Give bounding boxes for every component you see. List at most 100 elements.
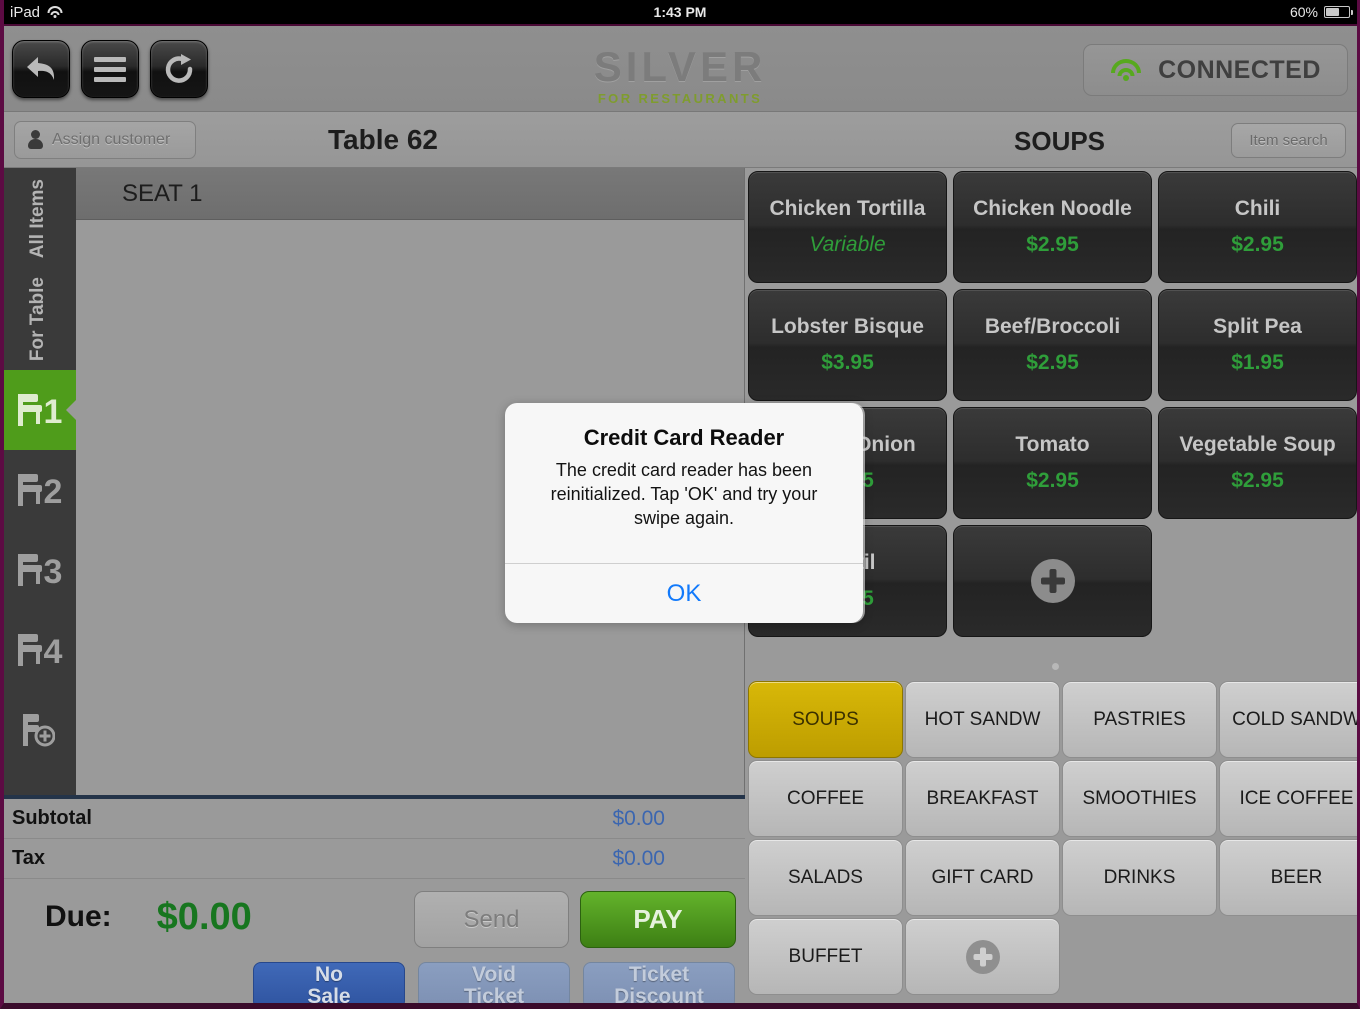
category-button-pastries[interactable]: PASTRIES	[1062, 681, 1217, 758]
seat-tab-3[interactable]: 3	[0, 530, 76, 610]
category-label: SALADS	[788, 866, 863, 888]
menu-item-tile[interactable]: Tomato $2.95	[953, 407, 1152, 519]
pay-button[interactable]: PAY	[580, 891, 736, 948]
add-category-button[interactable]	[905, 918, 1060, 995]
switch-user-icon	[165, 54, 193, 83]
category-label: SOUPS	[792, 708, 859, 730]
back-button[interactable]	[12, 40, 70, 98]
active-category-title: SOUPS	[1014, 126, 1106, 156]
category-button-hot-sandw[interactable]: HOT SANDW	[905, 681, 1060, 758]
seat-glyph: 1	[14, 391, 63, 431]
page-title: Table 62	[328, 124, 438, 155]
menu-button[interactable]	[81, 40, 139, 98]
menu-item-tile[interactable]: Split Pea $1.95	[1158, 289, 1357, 401]
battery-percent-label: 60%	[1289, 4, 1318, 20]
chair-icon	[17, 634, 42, 666]
menu-item-price: $2.95	[1231, 469, 1284, 492]
menu-item-tile[interactable]: Vegetable Soup $2.95	[1158, 407, 1357, 519]
seat-number-label: 3	[43, 553, 63, 591]
all-items-label: All Items	[27, 178, 49, 259]
due-value: $0.00	[156, 895, 252, 938]
category-button-coffee[interactable]: COFFEE	[748, 760, 903, 837]
chair-icon	[17, 554, 42, 586]
category-label: BREAKFAST	[926, 787, 1039, 809]
category-label: COLD SANDW	[1232, 708, 1360, 730]
category-button-smoothies[interactable]: SMOOTHIES	[1062, 760, 1217, 837]
menu-item-tile[interactable]: Chicken Noodle $2.95	[953, 171, 1152, 283]
seat-glyph: 4	[14, 631, 63, 671]
sidebar-item-for-table[interactable]: For Table	[0, 269, 76, 370]
assign-customer-label: Assign customer	[52, 131, 171, 148]
category-label: BUFFET	[788, 945, 863, 967]
seat-header-label: SEAT 1	[122, 179, 203, 207]
menu-item-name: Beef/Broccoli	[984, 315, 1121, 338]
seat-rail: All Items For Table 1 2 3 4	[0, 168, 76, 795]
ticket-action-buttons: No Sale Void Ticket Ticket Discount	[253, 962, 735, 1009]
menu-item-tile[interactable]: Lobster Bisque $3.95	[748, 289, 947, 401]
add-menu-item-button[interactable]	[953, 525, 1152, 637]
no-sale-button[interactable]: No Sale	[253, 962, 405, 1009]
credit-card-reader-dialog: Credit Card Reader The credit card reade…	[505, 403, 863, 623]
menu-item-price: $3.95	[821, 351, 874, 374]
item-search-label: Item search	[1249, 132, 1328, 149]
menu-item-price: $2.95	[1026, 351, 1079, 374]
status-right: 60%	[1289, 4, 1353, 20]
dialog-ok-label: OK	[666, 579, 702, 607]
ios-status-bar: iPad 1:43 PM 60%	[0, 0, 1360, 26]
page-indicator-dot[interactable]	[1052, 663, 1059, 670]
menu-item-name: Chili	[1234, 197, 1281, 220]
tax-value: $0.00	[612, 846, 665, 870]
menu-item-tile[interactable]: Chicken Tortilla Variable	[748, 171, 947, 283]
ticket-header-bar: Assign customer Table 62 SOUPS Item sear…	[0, 112, 1360, 168]
category-button-salads[interactable]: SALADS	[748, 839, 903, 916]
category-label: BEER	[1270, 866, 1323, 888]
category-button-drinks[interactable]: DRINKS	[1062, 839, 1217, 916]
dialog-body: Credit Card Reader The credit card reade…	[505, 403, 863, 563]
connection-status-button[interactable]: CONNECTED	[1083, 44, 1348, 96]
category-button-soups[interactable]: SOUPS	[748, 681, 903, 758]
clock-label: 1:43 PM	[653, 4, 707, 20]
dialog-message: The credit card reader has been reinitia…	[550, 460, 818, 528]
tax-row: Tax $0.00	[0, 839, 745, 879]
void-ticket-button[interactable]: Void Ticket	[418, 962, 570, 1009]
seat-tab-1[interactable]: 1	[0, 370, 76, 450]
menu-item-name: Chicken Tortilla	[769, 197, 926, 220]
item-search-button[interactable]: Item search	[1231, 123, 1346, 158]
add-seat-button[interactable]	[0, 690, 76, 770]
wifi-icon	[1110, 59, 1142, 81]
sidebar-item-all-items[interactable]: All Items	[0, 168, 76, 269]
category-button-cold-sandw[interactable]: COLD SANDW	[1219, 681, 1360, 758]
category-label: PASTRIES	[1093, 708, 1186, 730]
plus-icon	[1030, 559, 1075, 603]
due-label: Due:	[45, 900, 112, 933]
category-button-breakfast[interactable]: BREAKFAST	[905, 760, 1060, 837]
seat-number-label: 2	[43, 473, 63, 511]
menu-item-tile[interactable]: Beef/Broccoli $2.95	[953, 289, 1152, 401]
seat-tab-4[interactable]: 4	[0, 610, 76, 690]
category-label: SMOOTHIES	[1082, 787, 1197, 809]
dialog-ok-button[interactable]: OK	[505, 563, 863, 623]
pay-label: PAY	[633, 904, 683, 934]
seat-number-label: 1	[43, 393, 63, 431]
category-button-gift-card[interactable]: GIFT CARD	[905, 839, 1060, 916]
switch-user-button[interactable]	[150, 40, 208, 98]
ticket-discount-button[interactable]: Ticket Discount	[583, 962, 735, 1009]
person-icon	[27, 130, 44, 150]
send-button[interactable]: Send	[414, 891, 569, 948]
seat-glyph: 3	[14, 551, 63, 591]
menu-item-tile[interactable]: Chili $2.95	[1158, 171, 1357, 283]
seat-tab-2[interactable]: 2	[0, 450, 76, 530]
connection-status-label: CONNECTED	[1158, 55, 1321, 84]
seat-number-label: 4	[43, 633, 63, 671]
category-button-ice-coffee[interactable]: ICE COFFEE	[1219, 760, 1360, 837]
menu-item-price: Variable	[809, 233, 886, 256]
pos-app-screen: iPad 1:43 PM 60% SILVER FOR RESTAURANTS	[0, 0, 1360, 1009]
menu-item-name: Tomato	[1015, 433, 1090, 456]
plus-icon	[965, 939, 1000, 974]
no-sale-label-line1: No	[314, 963, 343, 987]
category-button-buffet[interactable]: BUFFET	[748, 918, 903, 995]
category-button-beer[interactable]: BEER	[1219, 839, 1360, 916]
void-ticket-label-line2: Ticket	[463, 984, 525, 1008]
assign-customer-button[interactable]: Assign customer	[14, 121, 196, 159]
category-label: HOT SANDW	[924, 708, 1041, 730]
